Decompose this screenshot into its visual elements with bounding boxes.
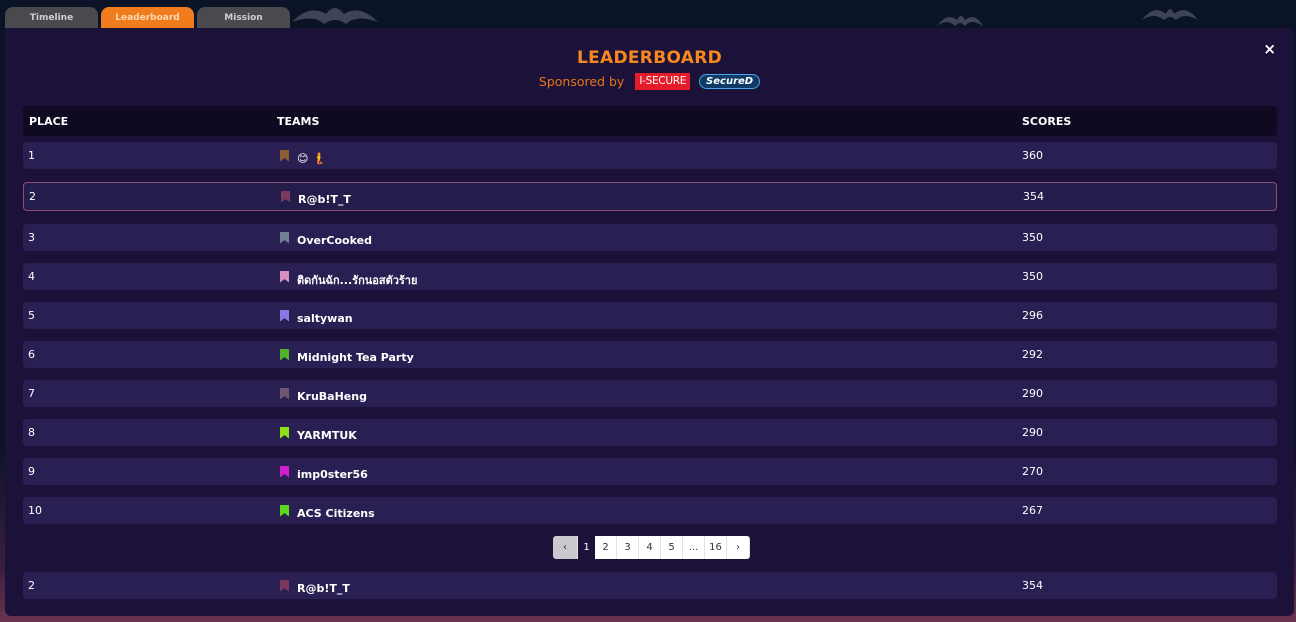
page-button[interactable]: 4 bbox=[639, 536, 661, 559]
team-name: YARMTUK bbox=[297, 429, 357, 442]
table-row: 6 Midnight Tea Party 292 bbox=[23, 341, 1277, 368]
team-cell: R@b!T_T bbox=[280, 572, 350, 599]
place-cell: 2 bbox=[28, 579, 35, 592]
place-cell: 9 bbox=[28, 465, 35, 478]
team-flag-icon bbox=[280, 387, 289, 400]
team-flag-icon bbox=[280, 426, 289, 439]
place-cell: 1 bbox=[28, 149, 35, 162]
team-cell: R@b!T_T bbox=[281, 183, 351, 210]
place-cell: 5 bbox=[28, 309, 35, 322]
page-button[interactable]: 5 bbox=[661, 536, 683, 559]
score-cell: 354 bbox=[1023, 190, 1044, 203]
score-cell: 292 bbox=[1022, 348, 1043, 361]
team-name: KruBaHeng bbox=[297, 390, 367, 403]
score-cell: 360 bbox=[1022, 149, 1043, 162]
team-flag-icon bbox=[280, 149, 289, 162]
tab-mission[interactable]: Mission bbox=[197, 7, 290, 28]
team-cell: ติดกันฉัก...รักนอสตัวร้าย bbox=[280, 263, 417, 290]
team-cell: 😊 🧜 bbox=[280, 142, 326, 169]
team-name: ติดกันฉัก...รักนอสตัวร้าย bbox=[297, 273, 418, 287]
column-header-scores: SCORES bbox=[1022, 114, 1072, 128]
score-cell: 350 bbox=[1022, 231, 1043, 244]
page-button[interactable]: 3 bbox=[617, 536, 639, 559]
sponsored-by-label: Sponsored by bbox=[538, 74, 625, 89]
sponsor-bar: Sponsored by I-SECURE SecureD bbox=[5, 73, 1294, 90]
team-name: ACS Citizens bbox=[297, 507, 375, 520]
place-cell: 3 bbox=[28, 231, 35, 244]
team-flag-icon bbox=[280, 231, 289, 244]
table-row: 7 KruBaHeng 290 bbox=[23, 380, 1277, 407]
team-flag-icon bbox=[280, 579, 289, 592]
team-cell: saltywan bbox=[280, 302, 353, 329]
table-row: 9 imp0ster56 270 bbox=[23, 458, 1277, 485]
score-cell: 270 bbox=[1022, 465, 1043, 478]
table-header: PLACE TEAMS SCORES bbox=[23, 106, 1277, 136]
team-cell: ACS Citizens bbox=[280, 497, 375, 524]
score-cell: 290 bbox=[1022, 387, 1043, 400]
tab-timeline[interactable]: Timeline bbox=[5, 7, 98, 28]
team-flag-icon bbox=[280, 309, 289, 322]
table-row: 1 😊 🧜 360 bbox=[23, 142, 1277, 169]
isecure-logo: I-SECURE bbox=[635, 73, 691, 90]
table-row: 8 YARMTUK 290 bbox=[23, 419, 1277, 446]
place-cell: 6 bbox=[28, 348, 35, 361]
score-cell: 267 bbox=[1022, 504, 1043, 517]
team-flag-icon bbox=[280, 465, 289, 478]
team-name: R@b!T_T bbox=[297, 582, 350, 595]
team-name: imp0ster56 bbox=[297, 468, 368, 481]
modal-title: LEADERBOARD bbox=[576, 48, 723, 68]
page-button[interactable]: 2 bbox=[595, 536, 617, 559]
team-flag-icon bbox=[280, 270, 289, 283]
pagination: ‹ 1 2 3 4 5 ... 16 › bbox=[553, 536, 750, 559]
next-page-button[interactable]: › bbox=[727, 536, 750, 559]
table-row: 2 R@b!T_T 354 bbox=[23, 182, 1277, 211]
tab-leaderboard[interactable]: Leaderboard bbox=[101, 7, 194, 28]
bat-decoration-icon bbox=[1142, 9, 1198, 20]
table-row: 10 ACS Citizens 267 bbox=[23, 497, 1277, 524]
place-cell: 4 bbox=[28, 270, 35, 283]
column-header-place: PLACE bbox=[29, 114, 69, 128]
place-cell: 10 bbox=[28, 504, 42, 517]
team-name: R@b!T_T bbox=[298, 193, 351, 206]
team-flag-icon bbox=[280, 348, 289, 361]
place-cell: 7 bbox=[28, 387, 35, 400]
team-flag-icon bbox=[281, 190, 290, 203]
place-cell: 8 bbox=[28, 426, 35, 439]
team-cell: Midnight Tea Party bbox=[280, 341, 414, 368]
bat-decoration-icon bbox=[292, 8, 378, 24]
team-cell: YARMTUK bbox=[280, 419, 357, 446]
bat-decoration-icon bbox=[937, 16, 983, 26]
column-header-teams: TEAMS bbox=[277, 114, 320, 128]
score-cell: 296 bbox=[1022, 309, 1043, 322]
team-cell: OverCooked bbox=[280, 224, 372, 251]
page-ellipsis: ... bbox=[683, 536, 705, 559]
team-name: 😊 🧜 bbox=[297, 152, 326, 165]
score-cell: 290 bbox=[1022, 426, 1043, 439]
tab-bar: Timeline Leaderboard Mission bbox=[5, 7, 290, 28]
my-team-row: 2 R@b!T_T 354 bbox=[23, 572, 1277, 599]
team-name: OverCooked bbox=[297, 234, 372, 247]
place-cell: 2 bbox=[29, 190, 36, 203]
score-cell: 350 bbox=[1022, 270, 1043, 283]
table-row: 3 OverCooked 350 bbox=[23, 224, 1277, 251]
table-row: 5 saltywan 296 bbox=[23, 302, 1277, 329]
page-button-last[interactable]: 16 bbox=[705, 536, 727, 559]
team-name: saltywan bbox=[297, 312, 353, 325]
table-row: 4 ติดกันฉัก...รักนอสตัวร้าย 350 bbox=[23, 263, 1277, 290]
leaderboard-modal: × LEADERBOARD Sponsored by I-SECURE Secu… bbox=[5, 28, 1294, 616]
score-cell: 354 bbox=[1022, 579, 1043, 592]
team-cell: KruBaHeng bbox=[280, 380, 367, 407]
team-flag-icon bbox=[280, 504, 289, 517]
secured-logo: SecureD bbox=[699, 74, 761, 89]
page-button-current[interactable]: 1 bbox=[578, 536, 595, 559]
previous-page-button[interactable]: ‹ bbox=[553, 536, 578, 559]
team-name: Midnight Tea Party bbox=[297, 351, 414, 364]
team-cell: imp0ster56 bbox=[280, 458, 368, 485]
